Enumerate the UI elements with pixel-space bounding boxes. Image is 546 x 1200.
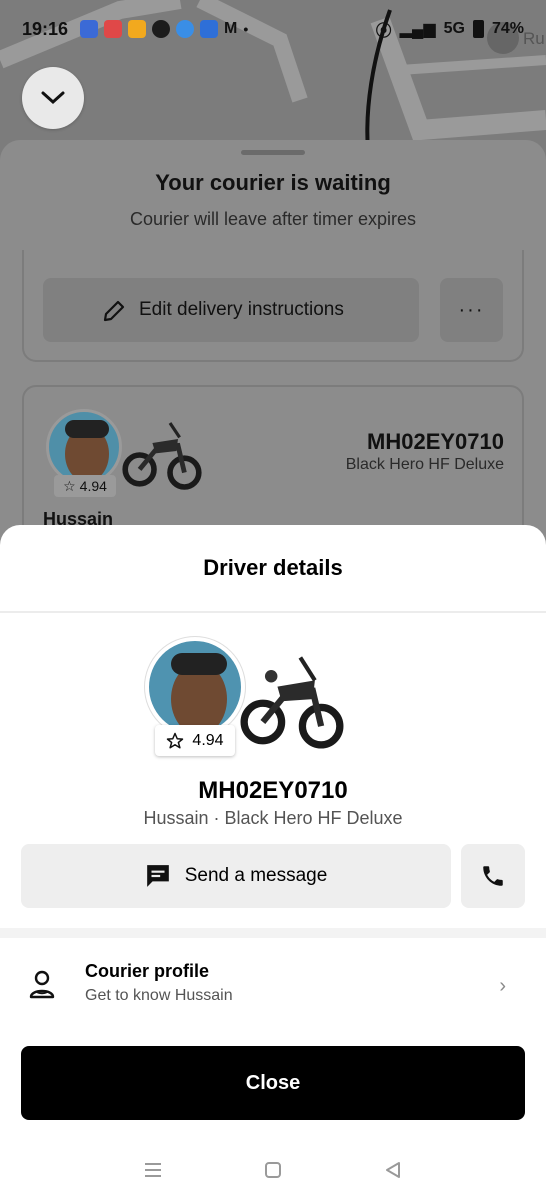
edit-delivery-instructions-button[interactable]: Edit delivery instructions [43, 278, 419, 342]
vehicle-description: Black Hero HF Deluxe [345, 456, 504, 473]
location-icon: ⦿ [375, 23, 392, 40]
courier-profile-subtitle: Get to know Hussain [85, 987, 233, 1004]
collapse-button[interactable] [22, 67, 84, 129]
message-icon [146, 865, 169, 887]
chevron-down-icon [41, 91, 65, 105]
signal-icon: ▂▄▆ [399, 21, 436, 38]
battery-icon [472, 20, 484, 38]
notification-icons: M • [80, 20, 248, 38]
mail-icon: M [224, 20, 238, 37]
menu-icon[interactable] [143, 1161, 163, 1179]
status-bar: 19:16 M • ⦿ ▂▄▆ 5G 74% [0, 0, 546, 58]
home-icon[interactable] [263, 1160, 283, 1180]
app-notification-icon [104, 20, 123, 38]
send-message-button[interactable]: Send a message [21, 844, 451, 908]
network-type: 5G [443, 20, 465, 37]
waiting-title: Your courier is waiting [155, 170, 391, 195]
driver-rating-badge: ☆ 4.94 [54, 475, 116, 497]
edit-instructions-label: Edit delivery instructions [139, 299, 344, 320]
waiting-subtitle: Courier will leave after timer expires [129, 209, 417, 229]
more-options-button[interactable]: ··· [440, 278, 503, 342]
cloud-icon [176, 20, 195, 38]
app-notification-icon [200, 20, 219, 38]
driver-avatar [145, 637, 245, 737]
star-icon [167, 732, 184, 748]
more-icon: ··· [458, 298, 485, 321]
battery-percent: 74% [491, 20, 524, 37]
modal-title: Driver details [203, 555, 343, 580]
driver-vehicle-line: Hussain · Black Hero HF Deluxe [143, 808, 403, 828]
sheet-grabber[interactable] [241, 150, 305, 155]
courier-profile-row[interactable]: Courier profile Get to know Hussain › [0, 945, 546, 1029]
motorcycle-image [122, 422, 202, 490]
status-time: 19:16 [22, 18, 69, 39]
vehicle-plate: MH02EY0710 [367, 429, 504, 454]
phone-icon [483, 866, 503, 886]
close-label: Close [245, 1071, 301, 1094]
vehicle-plate: MH02EY0710 [198, 777, 348, 804]
driver-rating: 4.94 [192, 731, 224, 749]
pencil-icon [103, 300, 125, 322]
app-notification-icon [152, 20, 171, 38]
status-indicators: ⦿ ▂▄▆ 5G 74% [376, 17, 524, 41]
close-button[interactable]: Close [21, 1046, 525, 1120]
back-icon[interactable] [383, 1160, 403, 1180]
chevron-right-icon: › [499, 975, 506, 997]
app-notification-icon [128, 20, 147, 38]
courier-profile-title: Courier profile [85, 961, 210, 981]
more-notifications-icon: • [243, 21, 249, 37]
motorcycle-image [240, 656, 344, 749]
driver-rating-badge: 4.94 [155, 725, 235, 756]
system-nav-bar [0, 1140, 546, 1200]
driver-avatar [46, 409, 122, 485]
driver-details-modal: Driver details 4.94 MH02EY0710 Hussain ·… [0, 525, 546, 1200]
person-icon [29, 970, 55, 999]
send-message-label: Send a message [184, 865, 328, 886]
app-notification-icon [80, 20, 99, 38]
call-button[interactable] [461, 844, 525, 908]
section-divider [0, 928, 546, 938]
divider [0, 611, 546, 613]
driver-rating: 4.94 [79, 478, 107, 494]
star-icon: ☆ [63, 477, 76, 494]
